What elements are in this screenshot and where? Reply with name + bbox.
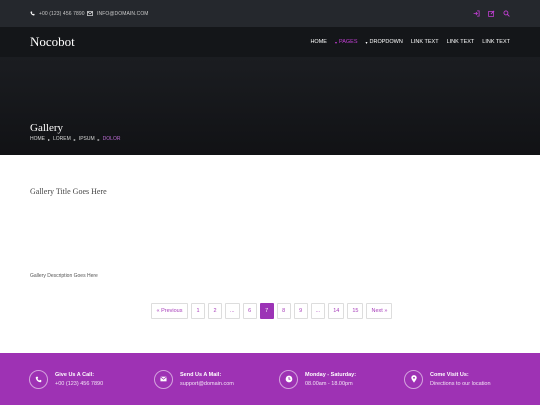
pagination: « Previous 1 2 ... 6 7 8 9 ... 14 15 Nex… <box>151 303 393 319</box>
footer-mail: Send Us A Mail: support@domain.com <box>154 353 234 405</box>
breadcrumb-ipsum[interactable]: IPSUM <box>79 136 95 142</box>
nav-item-pages[interactable]: ▾ PAGES <box>335 39 358 45</box>
caret-right-icon: ▸ <box>73 136 76 142</box>
pagination-page-current[interactable]: 7 <box>259 303 274 319</box>
footer-call-heading: Give Us A Call: <box>55 371 95 378</box>
nav-item-link-3[interactable]: LINK TEXT <box>482 39 510 45</box>
footer-mail-heading: Send Us A Mail: <box>180 371 222 378</box>
topbar-tools <box>473 0 510 27</box>
footer-call-value[interactable]: +00 (123) 456 7890 <box>55 381 103 387</box>
footer-mail-value[interactable]: support@domain.com <box>180 381 234 387</box>
caret-right-icon: ▸ <box>48 136 51 142</box>
footer-visit: Come Visit Us: Directions to our locatio… <box>404 353 491 405</box>
pagination-page-15[interactable]: 15 <box>347 303 364 319</box>
search-icon[interactable] <box>503 10 510 17</box>
navbar: Nocobot HOME ▾ PAGES ▾ DROPDOWN LINK TEX… <box>0 27 540 57</box>
footer-hours-heading: Monday - Saturday: <box>305 371 357 378</box>
pagination-next[interactable]: Next » <box>366 303 393 319</box>
breadcrumb-home[interactable]: HOME <box>30 136 45 142</box>
clock-icon <box>279 369 298 389</box>
nav-item-label: LINK TEXT <box>446 39 475 45</box>
nav-item-link-2[interactable]: LINK TEXT <box>447 39 475 45</box>
brand-logo[interactable]: Nocobot <box>30 27 75 57</box>
map-marker-icon <box>404 369 423 389</box>
pagination-page-8[interactable]: 8 <box>276 303 291 319</box>
sign-in-icon[interactable] <box>473 10 480 17</box>
page-header: Gallery HOME ▸ LOREM ▸ IPSUM ▸ DOLOR <box>0 57 540 155</box>
phone-icon <box>30 11 35 16</box>
topbar-email-text: INFO@DOMAIN.COM <box>97 10 149 17</box>
nav-item-label: LINK TEXT <box>482 39 510 45</box>
footer-hours-value: 08.00am - 18.00pm <box>305 380 353 387</box>
breadcrumb-current: DOLOR <box>102 136 121 142</box>
nav-item-link-1[interactable]: LINK TEXT <box>411 39 439 45</box>
topbar-phone-text: +00 (123) 456 7890 <box>39 10 85 17</box>
footer-visit-value[interactable]: Directions to our location <box>430 381 491 387</box>
top-bar: +00 (123) 456 7890 INFO@DOMAIN.COM <box>0 0 540 27</box>
caret-down-icon: ▾ <box>334 39 337 45</box>
caret-down-icon: ▾ <box>365 39 368 45</box>
page-title: Gallery <box>30 122 63 134</box>
nav-item-home[interactable]: HOME <box>310 39 327 45</box>
footer-visit-heading: Come Visit Us: <box>430 371 469 378</box>
nav-item-label: PAGES <box>338 39 358 45</box>
pagination-ellipsis: ... <box>225 303 240 319</box>
pagination-page-1[interactable]: 1 <box>191 303 205 319</box>
mail-icon <box>154 369 173 389</box>
breadcrumb-lorem[interactable]: LOREM <box>53 136 71 142</box>
topbar-email[interactable]: INFO@DOMAIN.COM <box>87 0 149 27</box>
footer: Give Us A Call: +00 (123) 456 7890 Send … <box>0 353 540 405</box>
footer-call: Give Us A Call: +00 (123) 456 7890 <box>29 353 103 405</box>
pagination-page-14[interactable]: 14 <box>328 303 345 319</box>
pagination-ellipsis: ... <box>310 303 326 319</box>
gallery-description: Gallery Description Goes Here <box>30 273 98 279</box>
gallery-title: Gallery Title Goes Here <box>30 187 107 196</box>
caret-right-icon: ▸ <box>97 136 100 142</box>
nav-item-label: LINK TEXT <box>410 39 439 45</box>
pagination-page-9[interactable]: 9 <box>293 303 308 319</box>
phone-icon <box>29 369 48 389</box>
footer-hours: Monday - Saturday: 08.00am - 18.00pm <box>279 353 356 405</box>
mail-icon <box>87 11 93 16</box>
nav-item-label: HOME <box>310 39 327 45</box>
nav-item-dropdown[interactable]: ▾ DROPDOWN <box>366 39 403 45</box>
pagination-page-6[interactable]: 6 <box>242 303 257 319</box>
topbar-phone[interactable]: +00 (123) 456 7890 <box>30 0 85 27</box>
breadcrumb: HOME ▸ LOREM ▸ IPSUM ▸ DOLOR <box>30 136 120 142</box>
edit-icon[interactable] <box>488 10 495 17</box>
main-nav: HOME ▾ PAGES ▾ DROPDOWN LINK TEXT LINK T… <box>310 27 510 57</box>
pagination-previous[interactable]: « Previous <box>151 303 188 319</box>
nav-item-label: DROPDOWN <box>369 39 403 45</box>
pagination-page-2[interactable]: 2 <box>208 303 222 319</box>
